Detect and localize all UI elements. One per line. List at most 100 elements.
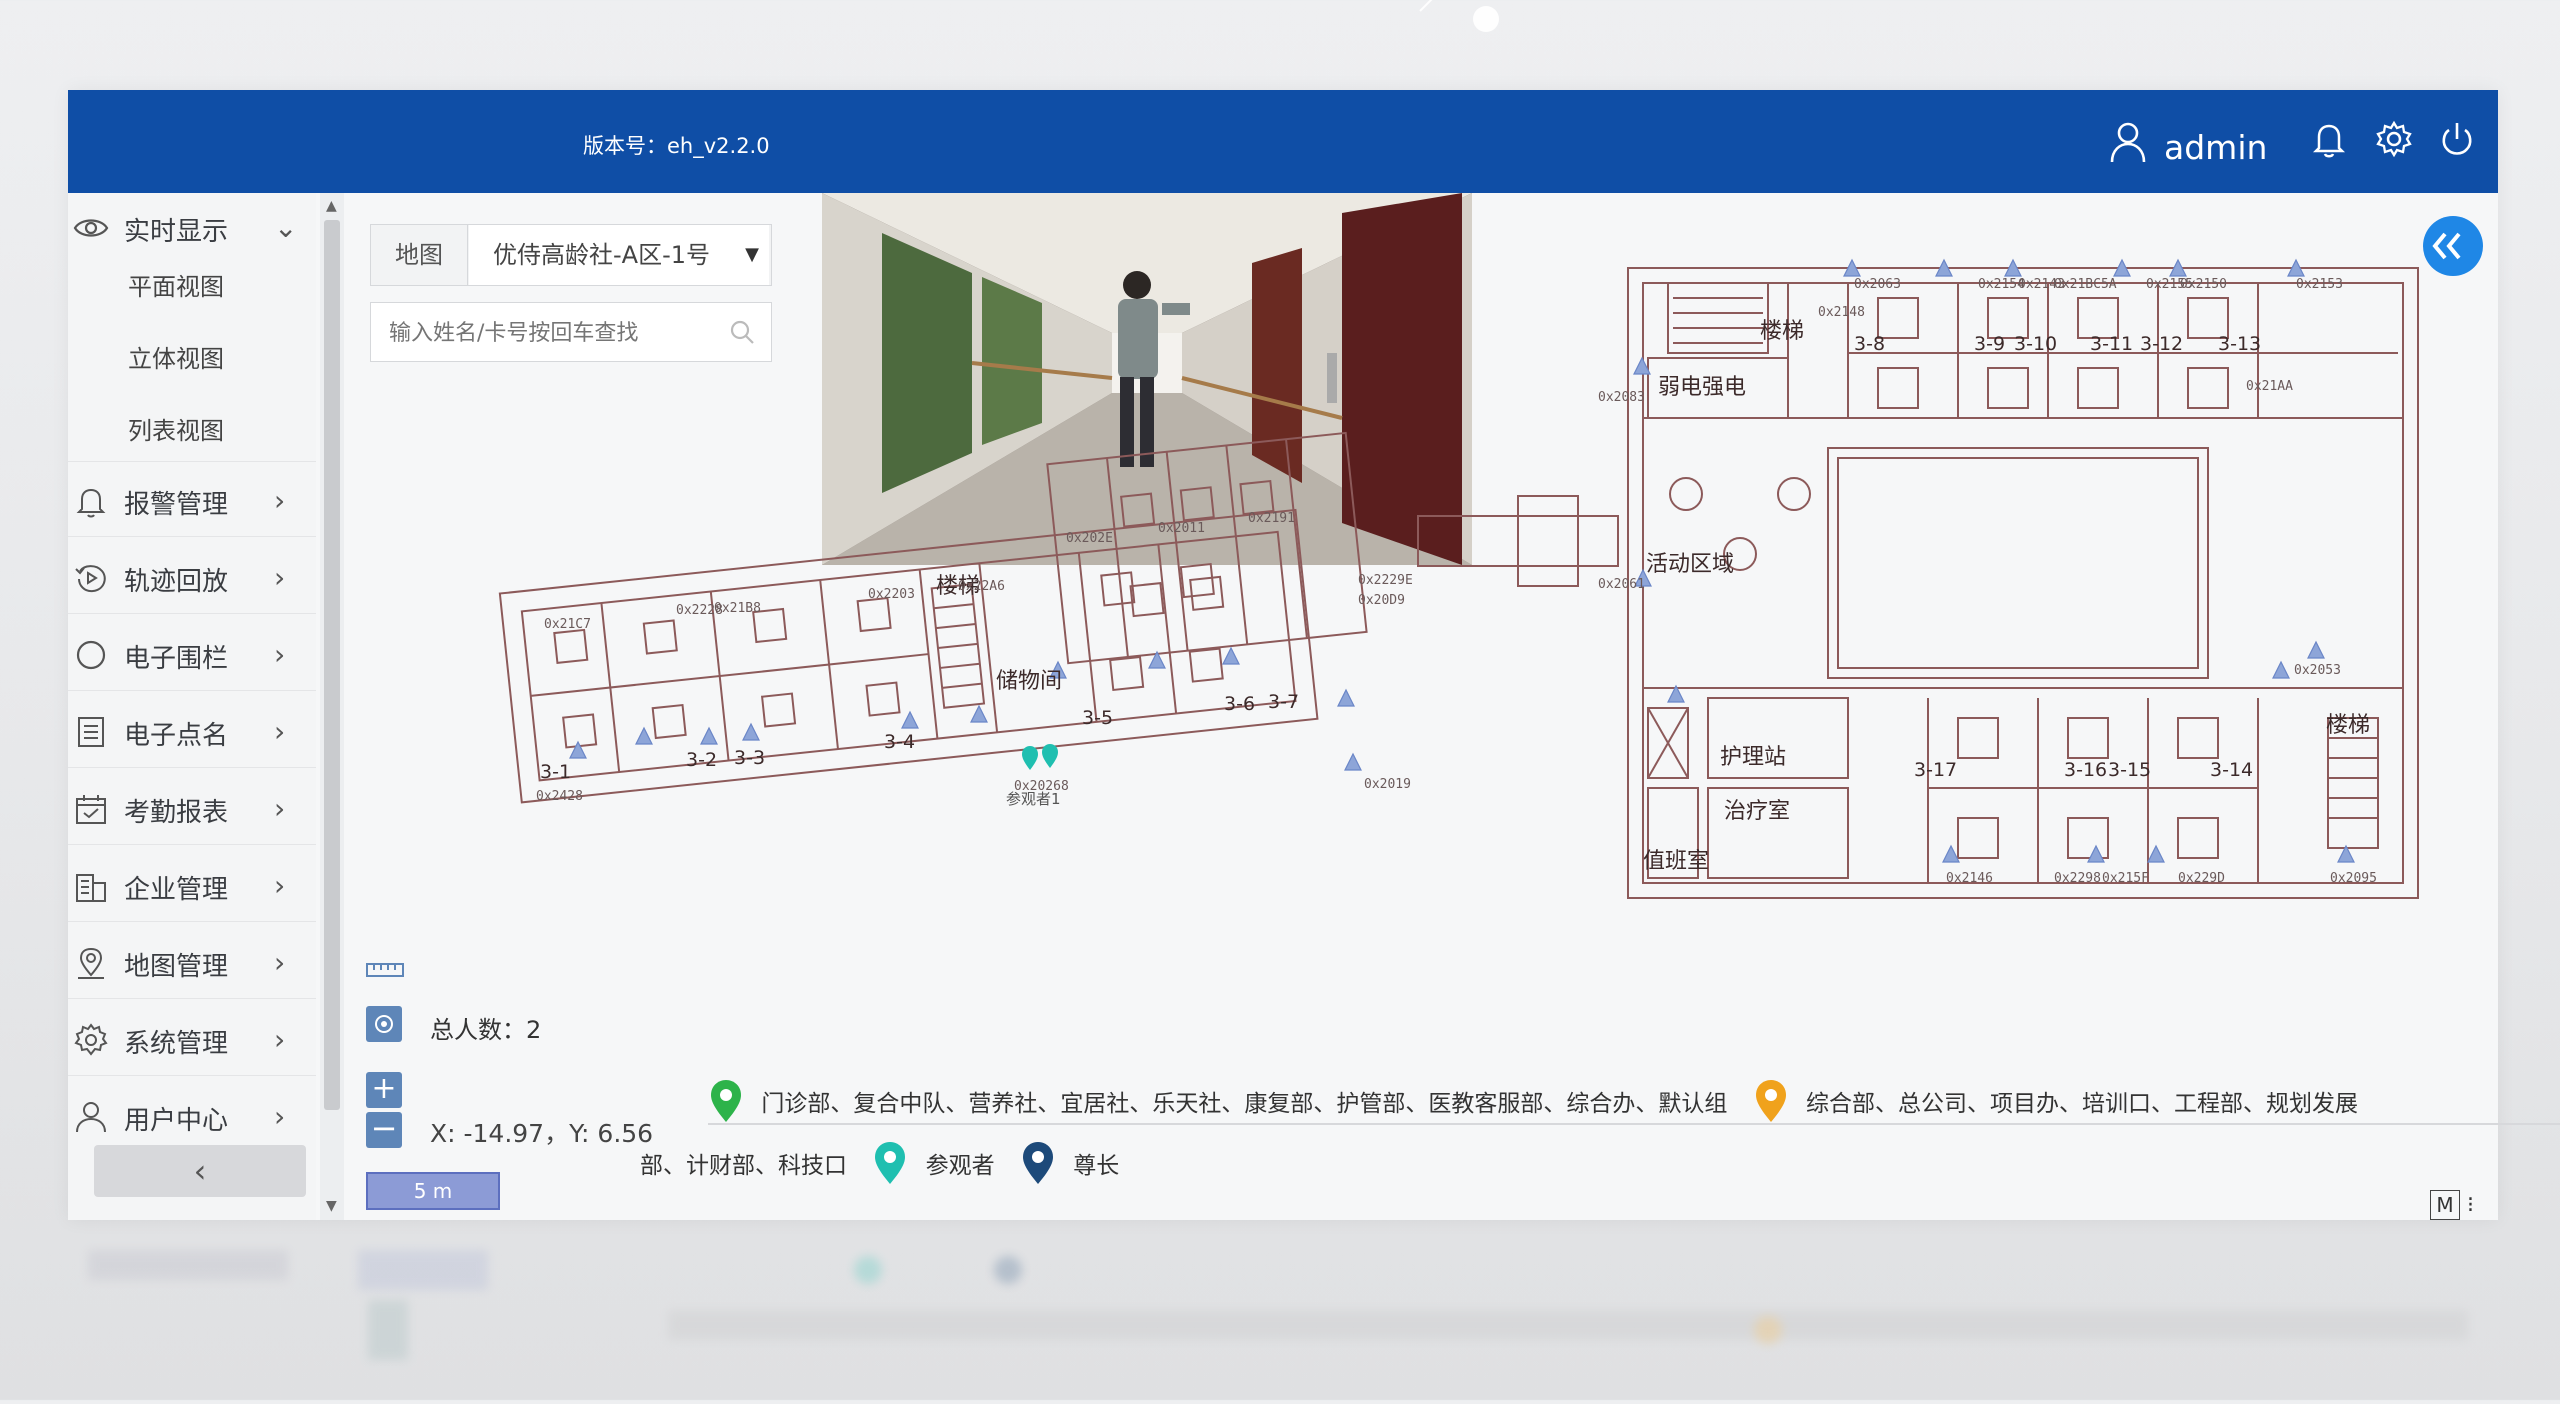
sidebar-item-label: 电子点名 (124, 721, 229, 751)
room-number: 3-13 (2218, 333, 2261, 355)
room-number: 3-2 (686, 749, 717, 771)
sidebar-item-fence[interactable]: 电子围栏 › (68, 620, 316, 691)
screen-reflection (68, 1230, 2498, 1400)
sidebar-collapse-button[interactable]: ‹ (94, 1145, 306, 1197)
ruler-icon[interactable] (366, 960, 404, 980)
locate-icon (375, 1015, 393, 1033)
username[interactable]: admin (2164, 128, 2267, 167)
user-icon[interactable] (2108, 120, 2148, 164)
tag-label: 0x2229E (1358, 573, 1413, 588)
sidebar-item-map[interactable]: 地图管理 › (68, 928, 316, 999)
room-number: 3-15 (2108, 759, 2151, 781)
sidebar-item-enterprise[interactable]: 企业管理 › (68, 851, 316, 922)
replay-icon (75, 565, 106, 593)
chevron-down-icon: ⌄ (274, 211, 298, 244)
sidebar-subitem-plan[interactable]: 平面视图 (68, 245, 316, 317)
sidebar-subitem-list[interactable]: 列表视图 (68, 389, 316, 462)
tag-label: 0x2063 (1854, 277, 1901, 292)
room-label: 值班室 (1643, 849, 1709, 874)
tag-label: 0x2150 (2180, 277, 2227, 292)
tag-label: 0x229D (2178, 871, 2225, 886)
sidebar-item-label: 报警管理 (124, 490, 229, 520)
navy-pin-icon (1022, 1142, 1053, 1184)
room-label: 楼梯 (2326, 713, 2370, 738)
tag-label: 0x2153 (2296, 277, 2343, 292)
tag-label: 0x2061 (1598, 577, 1645, 592)
zoom-in-button[interactable]: + (366, 1072, 402, 1108)
tag-label: 0x2298 (2054, 871, 2101, 886)
tag-label: 0x215F (2102, 871, 2149, 886)
scale-bar: 5 m (366, 1172, 500, 1210)
sidebar: 实时显示 ⌄ 平面视图 立体视图 列表视图 报警管理 › 轨迹回放 › 电子围栏… (68, 193, 316, 1220)
chevron-right-icon: › (274, 946, 286, 979)
room-number: 3-10 (2014, 333, 2057, 355)
tag-label: 0x2019 (1364, 777, 1411, 792)
sidebar-item-attendance[interactable]: 考勤报表 › (68, 774, 316, 845)
legend: 门诊部、复合中队、营养社、宜居社、乐天社、康复部、护管部、医教客服部、综合办、默… (640, 1078, 2560, 1188)
tag-label: 0x21BC5A (2054, 277, 2117, 292)
room-number: 3-6 (1224, 693, 1255, 715)
sidebar-item-label: 考勤报表 (124, 798, 229, 828)
chevron-right-icon: › (274, 561, 286, 594)
legend-group-2-cont: 部、计财部、科技口 (640, 1153, 847, 1179)
chevron-right-icon: › (274, 1100, 286, 1133)
floor-plan-map[interactable]: 楼梯 弱电强电 活动区域 护理站 治疗室 值班室 楼梯 楼梯 储物间 3-1 3… (458, 258, 2478, 1048)
room-number: 3-5 (1082, 707, 1113, 729)
chevron-right-icon: › (274, 1023, 286, 1056)
room-number: 3-16 (2064, 759, 2107, 781)
power-icon[interactable] (2436, 118, 2478, 160)
room-number: 3-11 (2090, 333, 2133, 355)
tag-label: 0x20D9 (1358, 593, 1405, 608)
locate-button[interactable] (366, 1006, 402, 1042)
sidebar-item-replay[interactable]: 轨迹回放 › (68, 543, 316, 614)
room-number: 3-17 (1914, 759, 1957, 781)
scroll-down-icon[interactable]: ▼ (326, 1198, 337, 1214)
building-icon (76, 874, 106, 902)
tag-label: 0x21C7 (544, 617, 591, 632)
scroll-up-icon[interactable]: ▲ (326, 198, 337, 214)
room-label: 活动区域 (1646, 552, 1734, 577)
tag-label: 0x2083 (1598, 390, 1645, 405)
circle-icon (76, 640, 106, 670)
tag-label: 0x2191 (1248, 511, 1295, 526)
sidebar-item-user-center[interactable]: 用户中心 › (68, 1082, 316, 1152)
eye-icon (73, 219, 109, 237)
legend-group-1: 门诊部、复合中队、营养社、宜居社、乐天社、康复部、护管部、医教客服部、综合办、默… (761, 1091, 1728, 1117)
person-markers[interactable]: 参观者1 (1006, 744, 1061, 808)
room-number: 3-14 (2210, 759, 2253, 781)
bell-icon (76, 488, 106, 518)
tag-label: 0x22A6 (958, 579, 1005, 594)
bell-icon[interactable] (2308, 118, 2350, 160)
tag-label: 0x2146 (1946, 871, 1993, 886)
chevron-right-icon: › (274, 869, 286, 902)
gear-icon (74, 1023, 108, 1056)
map-tab-label[interactable]: 地图 (371, 225, 468, 285)
room-number: 3-8 (1854, 333, 1885, 355)
tag-label: 0x2428 (536, 789, 583, 804)
legend-divider (708, 1123, 2560, 1125)
chevron-right-icon: › (274, 638, 286, 671)
room-label: 治疗室 (1724, 799, 1790, 824)
sidebar-item-rollcall[interactable]: 电子点名 › (68, 697, 316, 768)
map-pin-icon (78, 947, 104, 979)
tag-label: 0x2095 (2330, 871, 2377, 886)
mode-toggle-icon: ⁝ (2467, 1193, 2474, 1218)
tag-label: 0x2203 (868, 587, 915, 602)
sidebar-item-system[interactable]: 系统管理 › (68, 1005, 316, 1076)
sidebar-item-alarm[interactable]: 报警管理 › (68, 466, 316, 537)
tag-label: 0x2011 (1158, 521, 1205, 536)
tag-label: 0x2148 (1818, 305, 1865, 320)
zoom-out-button[interactable]: − (366, 1112, 402, 1148)
map-mode-switch[interactable]: M ⁝ (2430, 1190, 2490, 1222)
orange-pin-icon (1755, 1080, 1786, 1122)
green-pin-icon (711, 1080, 741, 1122)
legend-group-4: 尊长 (1073, 1153, 1120, 1179)
tag-label: 0x2053 (2294, 663, 2341, 678)
gear-icon[interactable] (2373, 118, 2415, 160)
sidebar-scroll-thumb[interactable] (324, 220, 340, 1110)
chevron-right-icon: › (274, 484, 286, 517)
sidebar-subitem-3d[interactable]: 立体视图 (68, 317, 316, 389)
sidebar-item-label: 用户中心 (124, 1106, 229, 1136)
cursor-coordinates: X: -14.97，Y: 6.56 (430, 1119, 654, 1148)
list-icon (78, 717, 104, 747)
